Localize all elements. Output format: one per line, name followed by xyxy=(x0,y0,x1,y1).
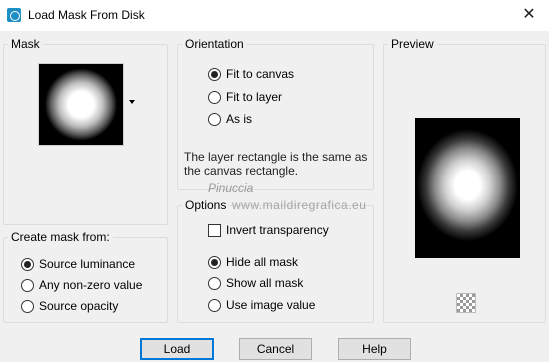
load-button[interactable]: Load xyxy=(140,338,214,360)
radio-button[interactable] xyxy=(21,299,34,313)
checkbox-label: Invert transparency xyxy=(226,223,329,237)
radio-button[interactable] xyxy=(208,67,221,81)
checkbox-box[interactable] xyxy=(208,223,221,237)
invert-transparency-checkbox[interactable]: Invert transparency xyxy=(208,223,329,237)
radio-button[interactable] xyxy=(21,278,34,292)
radio-use-image-value[interactable]: Use image value xyxy=(208,298,315,312)
radio-button[interactable] xyxy=(208,90,221,104)
orientation-group-label: Orientation xyxy=(182,37,247,51)
radio-button[interactable] xyxy=(21,257,34,271)
radio-label: Show all mask xyxy=(226,276,304,290)
radio-any-non-zero[interactable]: Any non-zero value xyxy=(21,278,142,292)
window-title: Load Mask From Disk xyxy=(28,8,145,22)
radio-label: Use image value xyxy=(226,298,316,312)
radio-fit-to-canvas[interactable]: Fit to canvas xyxy=(208,67,294,81)
radio-show-all-mask[interactable]: Show all mask xyxy=(208,276,303,290)
transparency-checker-icon[interactable] xyxy=(456,293,476,313)
create-mask-group-label: Create mask from: xyxy=(8,230,113,244)
radio-button[interactable] xyxy=(208,112,221,126)
preview-image xyxy=(415,118,520,258)
radio-fit-to-layer[interactable]: Fit to layer xyxy=(208,90,282,104)
close-icon[interactable]: ✕ xyxy=(517,4,541,26)
watermark-name: Pinuccia xyxy=(208,181,254,195)
radio-label: Source luminance xyxy=(39,257,136,271)
orientation-info-text: The layer rectangle is the same as the c… xyxy=(184,150,368,178)
radio-label: Any non-zero value xyxy=(39,278,143,292)
help-button[interactable]: Help xyxy=(338,338,411,360)
watermark-url: www.maildiregrafica.eu xyxy=(232,198,367,212)
radio-source-opacity[interactable]: Source opacity xyxy=(21,299,118,313)
radio-label: Fit to layer xyxy=(226,90,283,104)
options-group-label: Options xyxy=(182,198,230,212)
mask-group-label: Mask xyxy=(8,37,43,51)
radio-as-is[interactable]: As is xyxy=(208,112,252,126)
radio-button[interactable] xyxy=(208,298,221,312)
preview-group-label: Preview xyxy=(388,37,437,51)
radio-label: As is xyxy=(226,112,253,126)
title-bar: Load Mask From Disk ✕ xyxy=(0,0,549,31)
radio-label: Hide all mask xyxy=(226,255,299,269)
chevron-down-icon[interactable] xyxy=(129,100,135,104)
radio-label: Source opacity xyxy=(39,299,119,313)
app-icon xyxy=(7,8,21,22)
radio-hide-all-mask[interactable]: Hide all mask xyxy=(208,255,298,269)
mask-thumbnail[interactable] xyxy=(38,63,124,146)
radio-source-luminance[interactable]: Source luminance xyxy=(21,257,135,271)
cancel-button[interactable]: Cancel xyxy=(239,338,312,360)
radio-button[interactable] xyxy=(208,255,221,269)
radio-label: Fit to canvas xyxy=(226,67,295,81)
radio-button[interactable] xyxy=(208,276,221,290)
